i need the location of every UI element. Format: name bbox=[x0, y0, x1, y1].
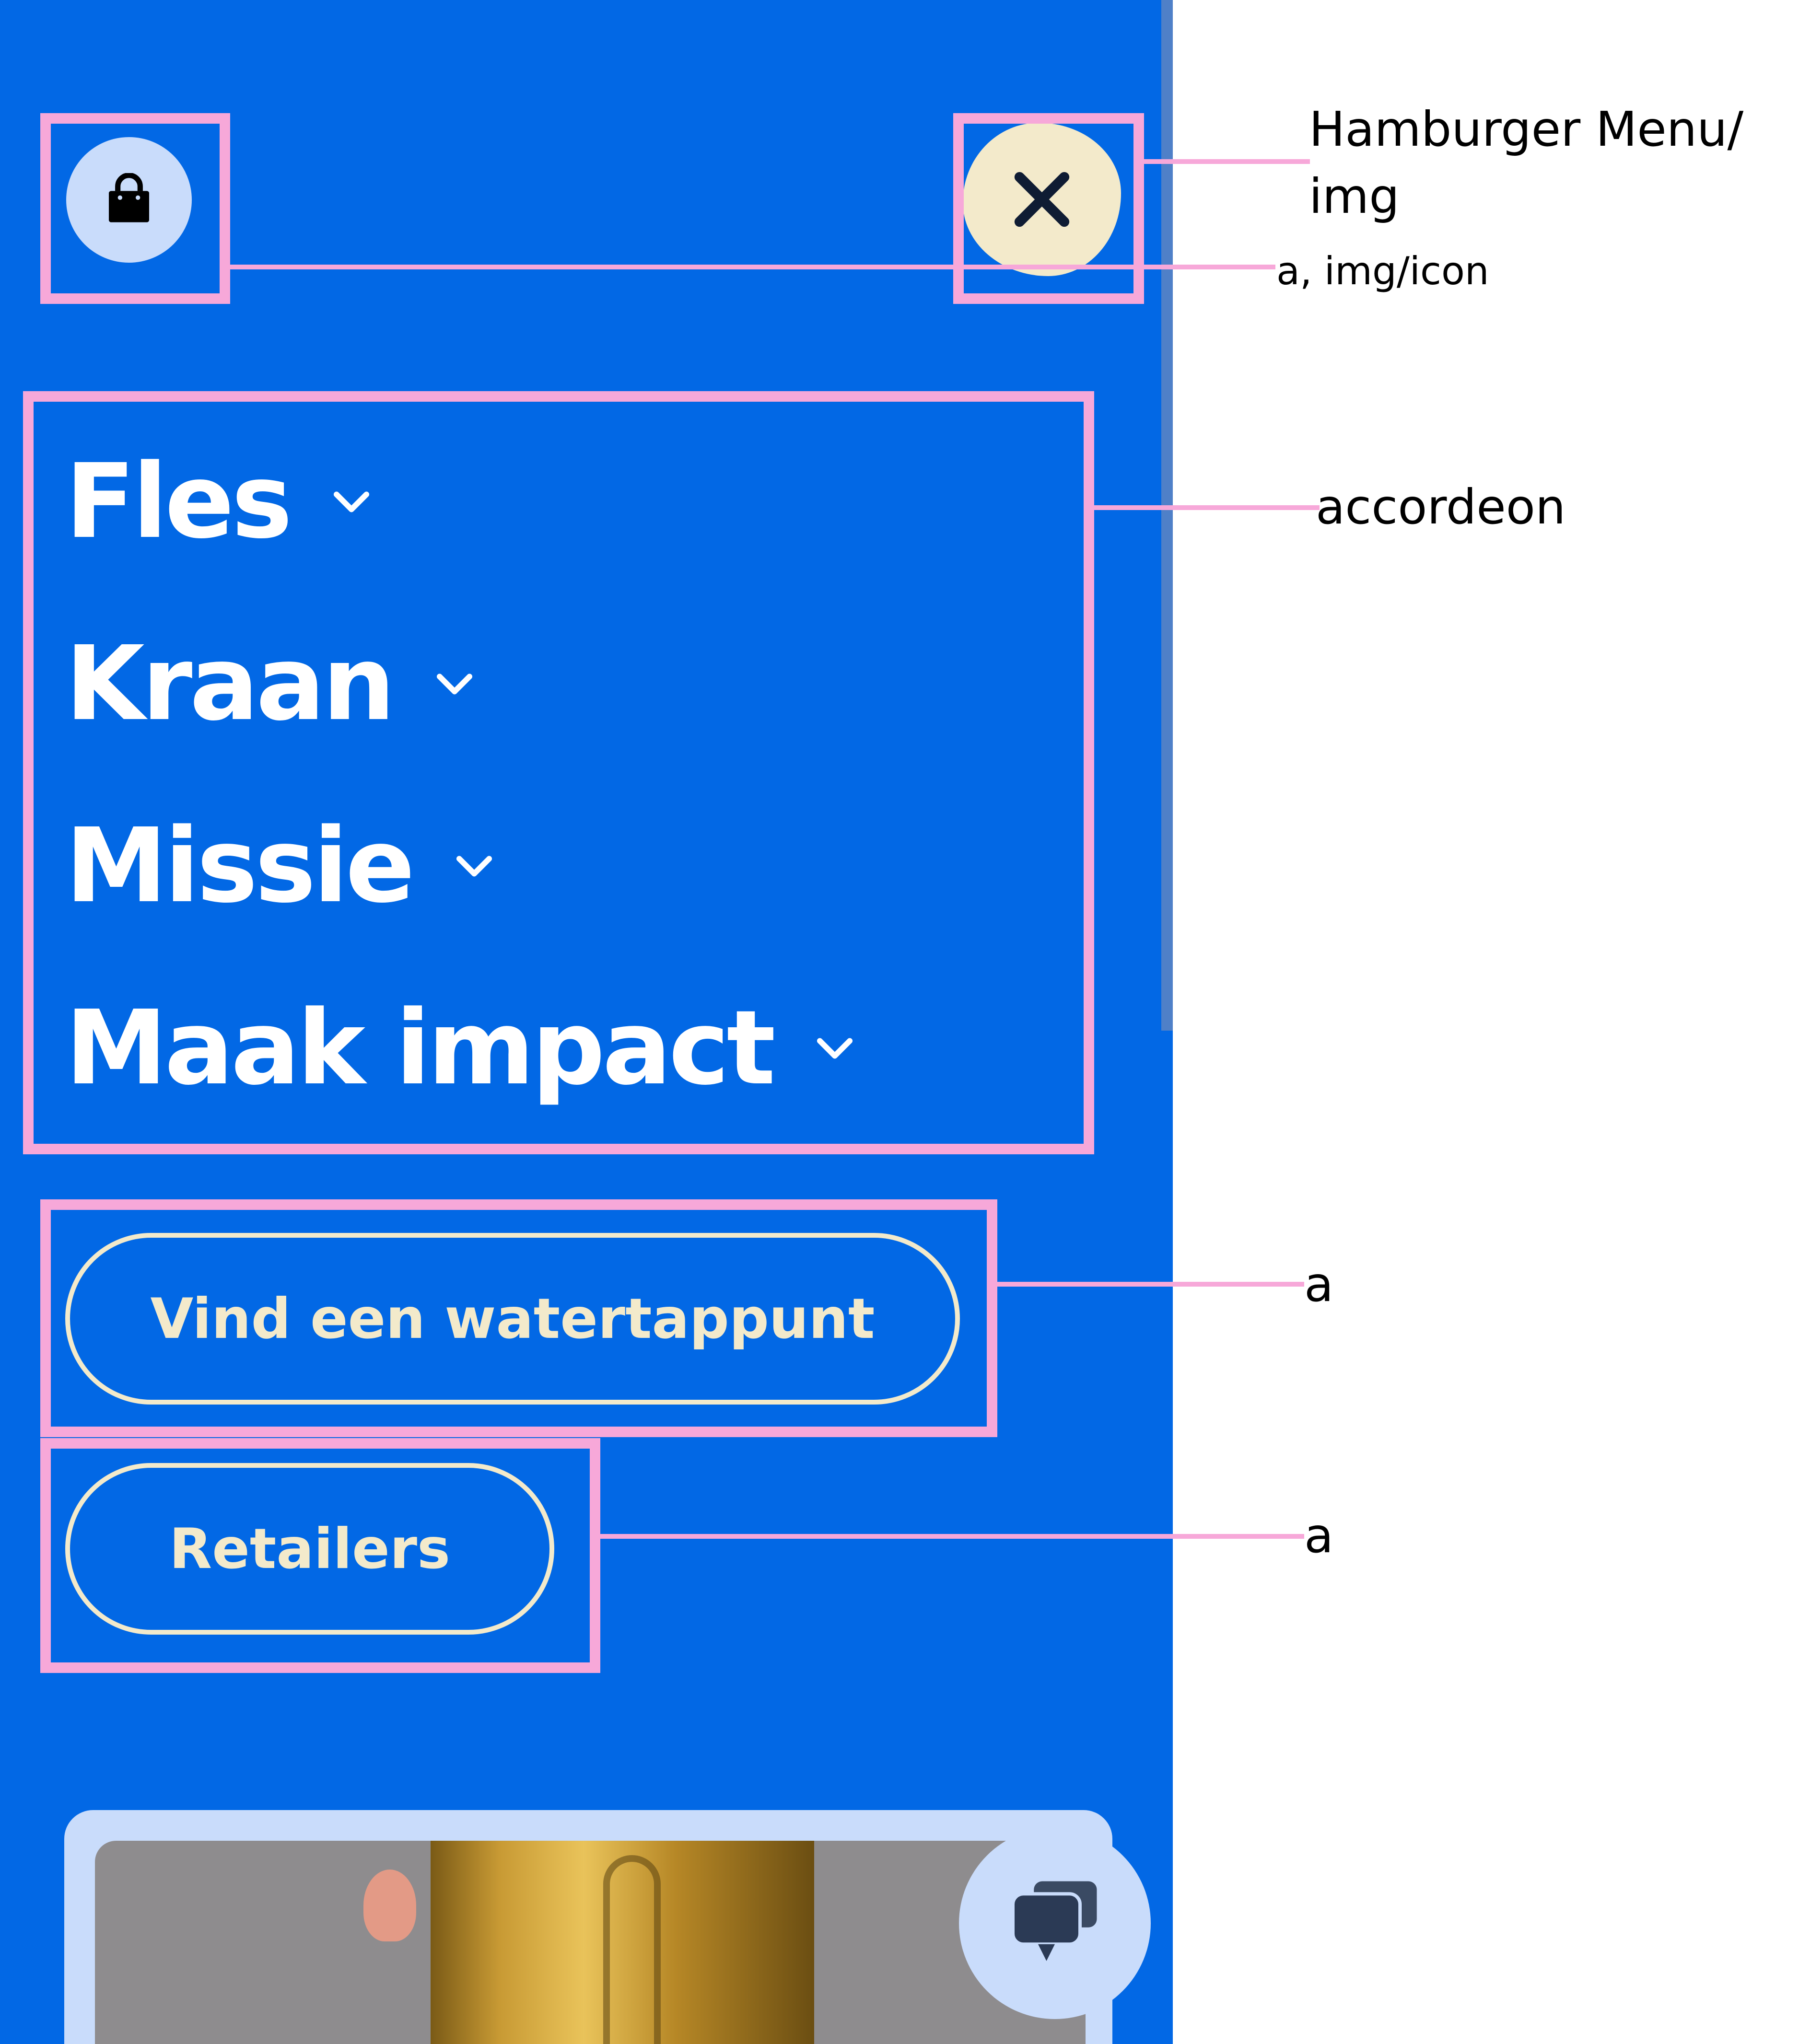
chat-bubble-icon bbox=[1011, 1881, 1097, 1961]
highlight-close bbox=[953, 113, 1144, 304]
annotation-link-retailers: a bbox=[1304, 1508, 1334, 1564]
highlight-find-tap bbox=[40, 1199, 997, 1437]
chat-button[interactable] bbox=[959, 1827, 1151, 2019]
annotation-hamburger-line1: Hamburger Menu/ bbox=[1309, 101, 1744, 157]
annotation-accordion: accordeon bbox=[1316, 479, 1566, 535]
connector-accordion bbox=[1094, 505, 1320, 510]
bottle-engraving bbox=[603, 1855, 661, 2044]
connector-hamburger bbox=[1144, 159, 1310, 164]
connector-icon bbox=[230, 265, 1275, 269]
annotation-hamburger-line2: img bbox=[1309, 168, 1400, 224]
hand-image-detail bbox=[363, 1870, 416, 1941]
scrollbar[interactable] bbox=[1161, 0, 1173, 1031]
product-card[interactable] bbox=[64, 1810, 1112, 2044]
annotation-link-find: a bbox=[1304, 1256, 1334, 1312]
highlight-retailers bbox=[40, 1438, 600, 1673]
annotation-icon-link: a, img/icon bbox=[1276, 249, 1489, 293]
connector-find-tap bbox=[997, 1282, 1304, 1287]
connector-retailers bbox=[600, 1534, 1304, 1539]
highlight-accordion bbox=[23, 391, 1094, 1154]
highlight-cart bbox=[40, 113, 230, 304]
product-image bbox=[95, 1841, 1086, 2044]
